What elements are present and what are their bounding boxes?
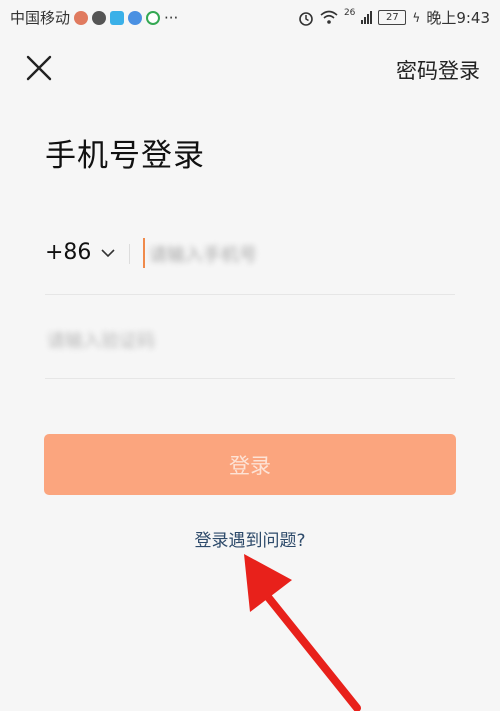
close-button[interactable] [24, 53, 54, 83]
login-trouble-link[interactable]: 登录遇到问题? [0, 526, 500, 551]
status-bar: 中国移动 ··· 26 27 ϟ 晚上9:43 [0, 0, 500, 36]
page-title: 手机号登录 [45, 138, 205, 174]
app-icon-circle [146, 10, 161, 25]
login-button[interactable]: 登录 [44, 434, 456, 495]
app-icon-k [128, 10, 143, 25]
password-login-link[interactable]: 密码登录 [396, 55, 480, 85]
alarm-icon [299, 11, 313, 26]
close-icon [26, 55, 52, 81]
phone-row: +86 [45, 228, 455, 295]
clock-time: 晚上9:43 [426, 9, 490, 27]
network-type-label: 26 [343, 7, 356, 18]
divider [129, 244, 130, 264]
chat-bubble-icon [92, 10, 107, 25]
charging-icon: ϟ [412, 10, 421, 25]
message-icon [110, 10, 125, 25]
text-cursor [143, 238, 145, 268]
chevron-down-icon [101, 248, 116, 257]
signal-icon [361, 11, 373, 24]
status-left: 中国移动 ··· [10, 7, 178, 28]
country-code-value: +86 [45, 240, 92, 265]
status-right: 26 27 ϟ 晚上9:43 [298, 7, 490, 28]
tiktok-icon [74, 10, 89, 25]
carrier-label: 中国移动 [10, 9, 71, 27]
annotation-arrow-icon [244, 554, 361, 711]
verification-code-input[interactable] [45, 324, 349, 358]
phone-input[interactable] [147, 238, 451, 272]
more-notifications: ··· [164, 8, 179, 27]
wifi-icon [320, 10, 338, 24]
country-code-selector[interactable]: +86 [45, 240, 116, 265]
code-row [45, 310, 455, 379]
battery-icon: 27 [378, 10, 407, 25]
